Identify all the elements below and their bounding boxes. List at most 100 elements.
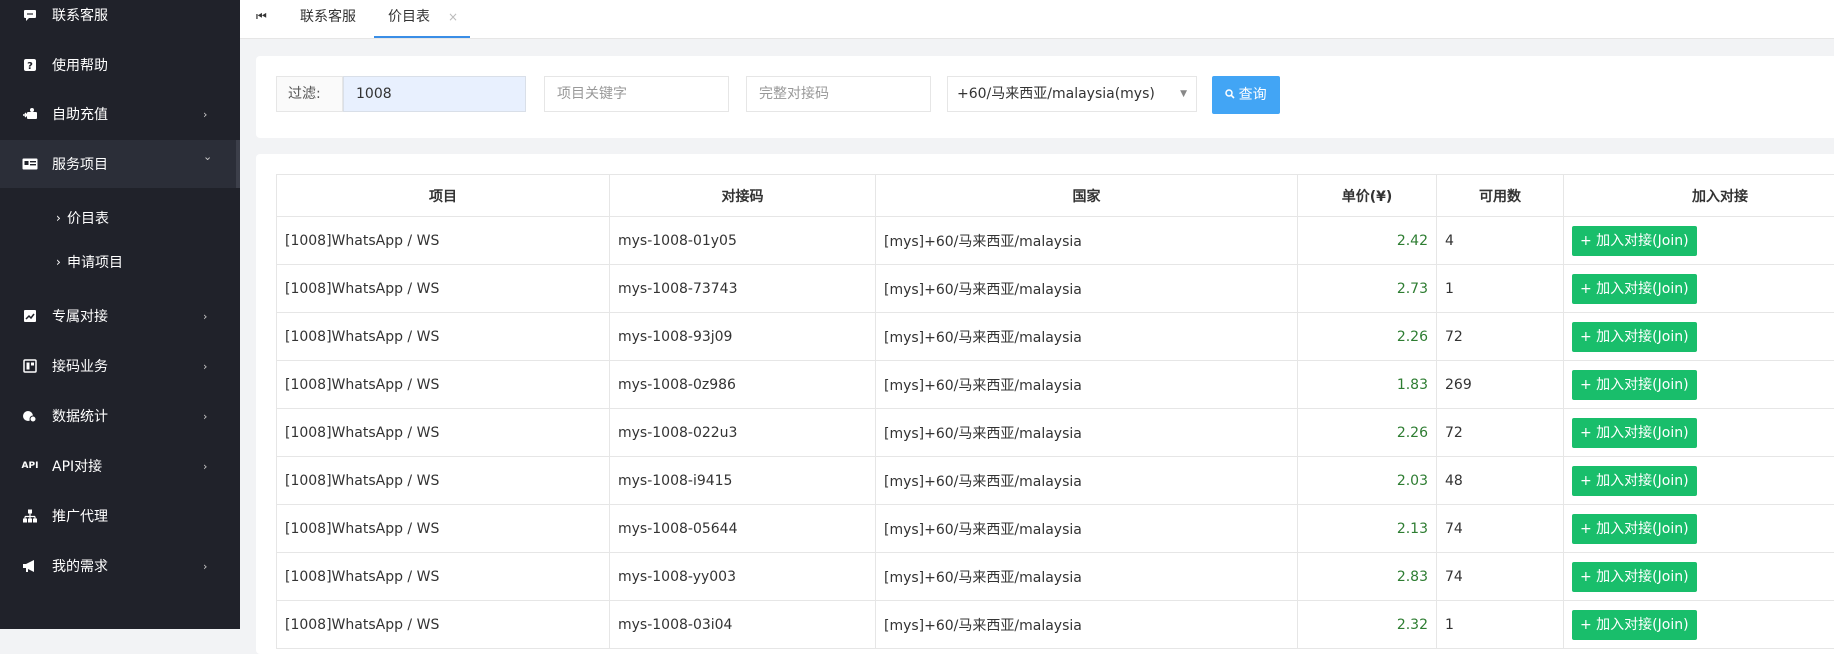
sidebar-item-label: 接码业务 bbox=[52, 356, 108, 376]
search-button[interactable]: 查询 bbox=[1212, 76, 1280, 114]
join-button[interactable]: + 加入对接(Join) bbox=[1572, 370, 1697, 400]
cell-join: + 加入对接(Join) bbox=[1564, 361, 1834, 409]
sidebar-item-agent[interactable]: 推广代理 bbox=[0, 492, 240, 540]
chevron-right-icon: › bbox=[203, 410, 207, 423]
cell-project: [1008]WhatsApp / WS bbox=[277, 601, 610, 649]
tab-label: 价目表 bbox=[388, 9, 430, 25]
tab-price-list[interactable]: 价目表 × bbox=[374, 0, 470, 38]
sidebar: 联系客服 ? 使用帮助 自助充值 › 服务项目 ⌄ › 价目表 › 申请项目 专… bbox=[0, 0, 240, 629]
cell-join: + 加入对接(Join) bbox=[1564, 313, 1834, 361]
table-header-row: 项目 对接码 国家 单价(¥) 可用数 加入对接 bbox=[277, 175, 1834, 217]
sidebar-item-help[interactable]: ? 使用帮助 bbox=[0, 41, 240, 89]
search-icon bbox=[1225, 91, 1238, 102]
cell-price: 2.13 bbox=[1298, 505, 1437, 553]
cell-project: [1008]WhatsApp / WS bbox=[277, 505, 610, 553]
stats-icon bbox=[22, 408, 38, 424]
join-button[interactable]: + 加入对接(Join) bbox=[1572, 274, 1697, 304]
cell-count: 1 bbox=[1437, 601, 1564, 649]
sidebar-item-label: 使用帮助 bbox=[52, 55, 108, 75]
sidebar-item-requests[interactable]: 我的需求 › bbox=[0, 542, 240, 590]
join-button[interactable]: + 加入对接(Join) bbox=[1572, 610, 1697, 640]
cell-project: [1008]WhatsApp / WS bbox=[277, 313, 610, 361]
cell-code: mys-1008-73743 bbox=[610, 265, 876, 313]
sidebar-item-sms[interactable]: 接码业务 › bbox=[0, 342, 240, 390]
sidebar-item-label: 我的需求 bbox=[52, 556, 108, 576]
filter-label: 过滤: bbox=[276, 76, 343, 112]
sidebar-item-support[interactable]: 联系客服 bbox=[0, 0, 240, 39]
cell-code: mys-1008-05644 bbox=[610, 505, 876, 553]
cell-project: [1008]WhatsApp / WS bbox=[277, 265, 610, 313]
join-button[interactable]: + 加入对接(Join) bbox=[1572, 322, 1697, 352]
keyword-input[interactable] bbox=[343, 76, 526, 112]
cell-project: [1008]WhatsApp / WS bbox=[277, 409, 610, 457]
table-row: [1008]WhatsApp / WS mys-1008-0z986 [mys]… bbox=[277, 361, 1834, 409]
close-icon[interactable]: × bbox=[448, 0, 458, 34]
cell-price: 2.83 bbox=[1298, 553, 1437, 601]
cell-count: 74 bbox=[1437, 553, 1564, 601]
api-icon: API bbox=[22, 458, 38, 474]
table-row: [1008]WhatsApp / WS mys-1008-i9415 [mys]… bbox=[277, 457, 1834, 505]
cell-join: + 加入对接(Join) bbox=[1564, 457, 1834, 505]
cell-country: [mys]+60/马来西亚/malaysia bbox=[876, 601, 1298, 649]
chevron-right-icon: › bbox=[203, 560, 207, 573]
cell-project: [1008]WhatsApp / WS bbox=[277, 553, 610, 601]
tab-bar: ⏮ 联系客服 价目表 × bbox=[240, 0, 1834, 39]
join-button[interactable]: + 加入对接(Join) bbox=[1572, 418, 1697, 448]
sidebar-item-services[interactable]: 服务项目 ⌄ bbox=[0, 140, 240, 188]
sidebar-subitem-price-list[interactable]: › 价目表 bbox=[0, 196, 240, 240]
recharge-icon bbox=[22, 106, 38, 122]
search-button-label: 查询 bbox=[1239, 87, 1267, 103]
sidebar-item-label: API对接 bbox=[52, 456, 102, 476]
sidebar-item-label: 服务项目 bbox=[52, 154, 108, 174]
cell-code: mys-1008-0z986 bbox=[610, 361, 876, 409]
country-select[interactable]: +60/马来西亚/malaysia(mys) ▼ bbox=[947, 76, 1197, 112]
cell-country: [mys]+60/马来西亚/malaysia bbox=[876, 361, 1298, 409]
sidebar-item-exclusive[interactable]: 专属对接 › bbox=[0, 292, 240, 340]
cell-join: + 加入对接(Join) bbox=[1564, 217, 1834, 265]
cell-code: mys-1008-i9415 bbox=[610, 457, 876, 505]
chevron-right-icon: › bbox=[56, 255, 61, 269]
join-button[interactable]: + 加入对接(Join) bbox=[1572, 226, 1697, 256]
cell-country: [mys]+60/马来西亚/malaysia bbox=[876, 313, 1298, 361]
sidebar-item-label: 自助充值 bbox=[52, 104, 108, 124]
cell-join: + 加入对接(Join) bbox=[1564, 601, 1834, 649]
chevron-right-icon: › bbox=[56, 211, 61, 225]
sidebar-item-api[interactable]: API API对接 › bbox=[0, 442, 240, 490]
cell-project: [1008]WhatsApp / WS bbox=[277, 217, 610, 265]
service-icon bbox=[22, 156, 38, 172]
exclusive-icon bbox=[22, 308, 38, 324]
chevron-right-icon: › bbox=[203, 310, 207, 323]
sidebar-item-label: 专属对接 bbox=[52, 306, 108, 326]
country-select-value: +60/马来西亚/malaysia(mys) bbox=[957, 86, 1155, 102]
cell-price: 2.26 bbox=[1298, 313, 1437, 361]
cell-code: mys-1008-yy003 bbox=[610, 553, 876, 601]
cell-count: 72 bbox=[1437, 409, 1564, 457]
cell-count: 72 bbox=[1437, 313, 1564, 361]
code-input[interactable] bbox=[746, 76, 931, 112]
first-tab-icon[interactable]: ⏮ bbox=[256, 9, 267, 24]
chevron-right-icon: › bbox=[203, 108, 207, 121]
sidebar-item-label: 数据统计 bbox=[52, 406, 108, 426]
join-button[interactable]: + 加入对接(Join) bbox=[1572, 514, 1697, 544]
svg-text:?: ? bbox=[27, 61, 33, 72]
sidebar-item-stats[interactable]: 数据统计 › bbox=[0, 392, 240, 440]
cell-country: [mys]+60/马来西亚/malaysia bbox=[876, 265, 1298, 313]
header-count: 可用数 bbox=[1437, 175, 1564, 217]
tab-support[interactable]: 联系客服 bbox=[300, 0, 356, 38]
chevron-right-icon: › bbox=[203, 360, 207, 373]
join-button[interactable]: + 加入对接(Join) bbox=[1572, 466, 1697, 496]
cell-count: 48 bbox=[1437, 457, 1564, 505]
chat-icon bbox=[22, 7, 38, 23]
caret-down-icon: ▼ bbox=[1180, 77, 1187, 111]
project-keyword-input[interactable] bbox=[544, 76, 729, 112]
sidebar-subitem-label: 申请项目 bbox=[67, 252, 123, 272]
cell-price: 2.73 bbox=[1298, 265, 1437, 313]
table-row: [1008]WhatsApp / WS mys-1008-022u3 [mys]… bbox=[277, 409, 1834, 457]
table-row: [1008]WhatsApp / WS mys-1008-yy003 [mys]… bbox=[277, 553, 1834, 601]
cell-country: [mys]+60/马来西亚/malaysia bbox=[876, 409, 1298, 457]
sidebar-subitem-apply-project[interactable]: › 申请项目 bbox=[0, 240, 240, 284]
sidebar-item-recharge[interactable]: 自助充值 › bbox=[0, 90, 240, 138]
cell-project: [1008]WhatsApp / WS bbox=[277, 361, 610, 409]
header-price: 单价(¥) bbox=[1298, 175, 1437, 217]
join-button[interactable]: + 加入对接(Join) bbox=[1572, 562, 1697, 592]
